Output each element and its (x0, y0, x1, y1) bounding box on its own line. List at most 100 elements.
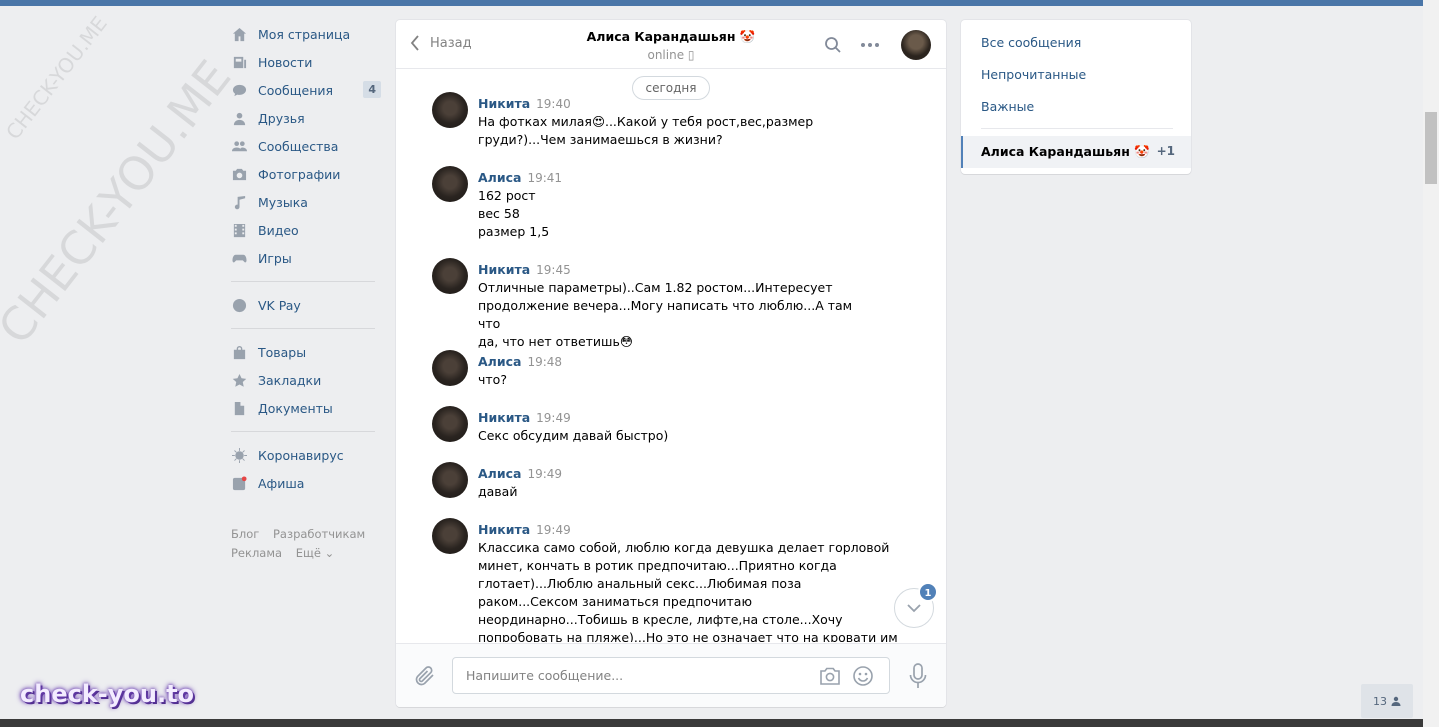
message-time: 19:49 (536, 523, 571, 537)
footer-link-developers[interactable]: Разработчикам (273, 527, 365, 541)
watermark-small: CHECK-YOU.ME (1, 11, 112, 145)
nav-label: VK Pay (258, 297, 301, 313)
nav-item-music[interactable]: Музыка (225, 188, 385, 216)
more-icon[interactable] (860, 36, 880, 54)
nav-item-afisha[interactable]: Афиша (225, 469, 385, 497)
nav-label: Сообщества (258, 138, 339, 154)
nav-item-video[interactable]: Видео (225, 216, 385, 244)
nav-label: Моя страница (258, 26, 351, 42)
messages-icon (231, 82, 247, 98)
avatar[interactable] (432, 462, 468, 498)
nav-label: Видео (258, 222, 299, 238)
message-author[interactable]: Алиса (478, 354, 521, 369)
nav-item-messages[interactable]: Сообщения 4 (225, 76, 385, 104)
avatar[interactable] (432, 166, 468, 202)
games-icon (231, 250, 247, 266)
vkpay-icon (231, 297, 247, 313)
nav-label: Сообщения (258, 82, 334, 98)
footer-link-more[interactable]: Ещё ⌄ (296, 546, 334, 560)
document-icon (231, 400, 247, 416)
nav-label: Музыка (258, 194, 308, 210)
active-conversation-count: +1 (1156, 144, 1175, 158)
peer-avatar[interactable] (901, 30, 931, 60)
virus-icon (231, 447, 247, 463)
nav-label: Закладки (258, 372, 322, 388)
nav-label: Документы (258, 400, 333, 416)
nav-label: Друзья (258, 110, 305, 126)
emoji-icon[interactable] (852, 665, 874, 687)
nav-item-groups[interactable]: Сообщества (225, 132, 385, 160)
camera-icon[interactable] (819, 666, 841, 686)
bag-icon (231, 344, 247, 360)
date-separator: сегодня (632, 76, 710, 100)
message-text: На фотках милая😍...Какой у тебя рост,вес… (478, 114, 814, 147)
filter-separator (981, 128, 1173, 129)
nav-separator (231, 281, 375, 282)
nav-label: Новости (258, 54, 313, 70)
left-nav: Моя страница Новости Сообщения 4 Друзья … (225, 20, 385, 563)
nav-item-friends[interactable]: Друзья (225, 104, 385, 132)
home-icon (231, 26, 247, 42)
page-scrollbar[interactable] (1423, 0, 1439, 727)
nav-label: Фотографии (258, 166, 341, 182)
nav-separator (231, 328, 375, 329)
message-text: Секс обсудим давай быстро) (478, 428, 669, 443)
message-time: 19:45 (536, 263, 571, 277)
watermark-logo: check-you.to (20, 680, 195, 708)
nav-separator (231, 431, 375, 432)
online-friends-counter[interactable]: 13 (1361, 684, 1413, 718)
nav-label: Афиша (258, 475, 305, 491)
avatar[interactable] (432, 350, 468, 386)
avatar[interactable] (432, 258, 468, 294)
chevron-down-icon (907, 603, 921, 612)
message-text: Классика само собой, люблю когда девушка… (478, 540, 898, 642)
nav-item-news[interactable]: Новости (225, 48, 385, 76)
message-author[interactable]: Никита (478, 262, 530, 277)
photos-icon (231, 166, 247, 182)
microphone-icon[interactable] (908, 662, 928, 690)
music-icon (231, 194, 247, 210)
active-conversation[interactable]: Алиса Карандашьян 🤡 +1 (961, 136, 1191, 168)
message-time: 19:48 (527, 355, 563, 369)
message-text: Отличные параметры)..Сам 1.82 ростом...И… (478, 280, 853, 349)
scrollbar-thumb[interactable] (1425, 112, 1437, 184)
nav-label: Коронавирус (258, 447, 344, 463)
user-icon (1391, 696, 1401, 706)
filter-important[interactable]: Важные (981, 99, 1034, 114)
avatar[interactable] (432, 518, 468, 554)
message-author[interactable]: Никита (478, 410, 530, 425)
nav-item-games[interactable]: Игры (225, 244, 385, 272)
star-icon (231, 372, 247, 388)
friends-icon (231, 110, 247, 126)
avatar[interactable] (432, 406, 468, 442)
nav-item-coronavirus[interactable]: Коронавирус (225, 441, 385, 469)
search-icon[interactable] (824, 36, 842, 54)
message-text: 162 рост вес 58 размер 1,5 (478, 188, 550, 239)
nav-item-vkpay[interactable]: VK Pay (225, 291, 385, 319)
message-author[interactable]: Алиса (478, 466, 521, 481)
paperclip-icon[interactable] (414, 664, 436, 688)
footer-link-ads[interactable]: Реклама (231, 546, 282, 560)
nav-item-goods[interactable]: Товары (225, 338, 385, 366)
nav-item-photos[interactable]: Фотографии (225, 160, 385, 188)
nav-item-documents[interactable]: Документы (225, 394, 385, 422)
active-conversation-name: Алиса Карандашьян 🤡 (981, 144, 1150, 159)
top-bar (0, 0, 1423, 6)
message-time: 19:49 (536, 411, 571, 425)
nav-label: Игры (258, 250, 292, 266)
message-time: 19:41 (527, 171, 563, 185)
nav-item-my-page[interactable]: Моя страница (225, 20, 385, 48)
message-author[interactable]: Никита (478, 96, 530, 111)
nav-item-bookmarks[interactable]: Закладки (225, 366, 385, 394)
filter-unread[interactable]: Непрочитанные (981, 67, 1086, 82)
message-filters: Все сообщения Непрочитанные Важные Алиса… (961, 20, 1191, 174)
message-author[interactable]: Алиса (478, 170, 521, 185)
online-count: 13 (1373, 694, 1387, 708)
filter-all-messages[interactable]: Все сообщения (981, 35, 1081, 50)
footer-link-blog[interactable]: Блог (231, 527, 259, 541)
taskbar-strip (0, 719, 1423, 727)
chat-header: Назад Алиса Карандашьян 🤡 online ▯ (396, 20, 946, 69)
avatar[interactable] (432, 92, 468, 128)
message-author[interactable]: Никита (478, 522, 530, 537)
message-time: 19:40 (536, 97, 571, 111)
